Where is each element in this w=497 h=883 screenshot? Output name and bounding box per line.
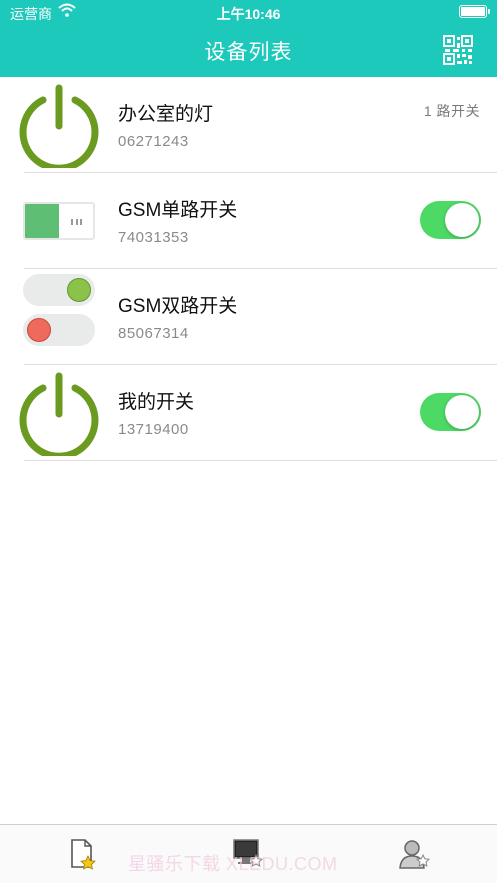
device-name: 我的开关: [118, 392, 195, 413]
single-switch-icon[interactable]: [23, 202, 95, 240]
favorites-icon[interactable]: [66, 837, 100, 871]
status-bar: 运营商 上午10:46: [0, 0, 497, 24]
device-name: GSM单路开关: [118, 200, 238, 221]
device-id: 13719400: [118, 421, 189, 438]
device-list: 办公室的灯 06271243 1 路开关 GSM单路开关 74031353 GS…: [0, 77, 497, 461]
qr-code-icon[interactable]: [443, 35, 473, 65]
page-title: 设备列表: [204, 41, 293, 64]
power-icon[interactable]: [16, 82, 102, 172]
battery-icon: [459, 5, 490, 18]
power-toggle[interactable]: [420, 393, 481, 431]
device-row[interactable]: 办公室的灯 06271243 1 路开关: [0, 77, 497, 173]
device-row[interactable]: GSM单路开关 74031353: [0, 173, 497, 269]
tab-bar: 星骚乐下载 XLEDU.COM: [0, 824, 497, 883]
power-icon[interactable]: [16, 370, 102, 460]
device-monitor-icon[interactable]: [232, 837, 266, 871]
channel-count-label: 1 路开关: [423, 103, 480, 119]
status-time: 上午10:46: [216, 6, 281, 22]
device-row[interactable]: 我的开关 13719400: [0, 365, 497, 461]
app-header: 运营商 上午10:46 设备列表: [0, 0, 497, 77]
channel-1-switch-icon[interactable]: [23, 274, 95, 306]
power-toggle[interactable]: [420, 201, 481, 239]
device-name: GSM双路开关: [118, 296, 238, 317]
channel-2-switch-icon[interactable]: [23, 314, 95, 346]
device-name: 办公室的灯: [118, 104, 214, 125]
device-id: 85067314: [118, 325, 189, 342]
device-id: 06271243: [118, 133, 189, 150]
device-id: 74031353: [118, 229, 189, 246]
device-row[interactable]: GSM双路开关 85067314: [0, 269, 497, 365]
account-icon[interactable]: [398, 837, 432, 871]
